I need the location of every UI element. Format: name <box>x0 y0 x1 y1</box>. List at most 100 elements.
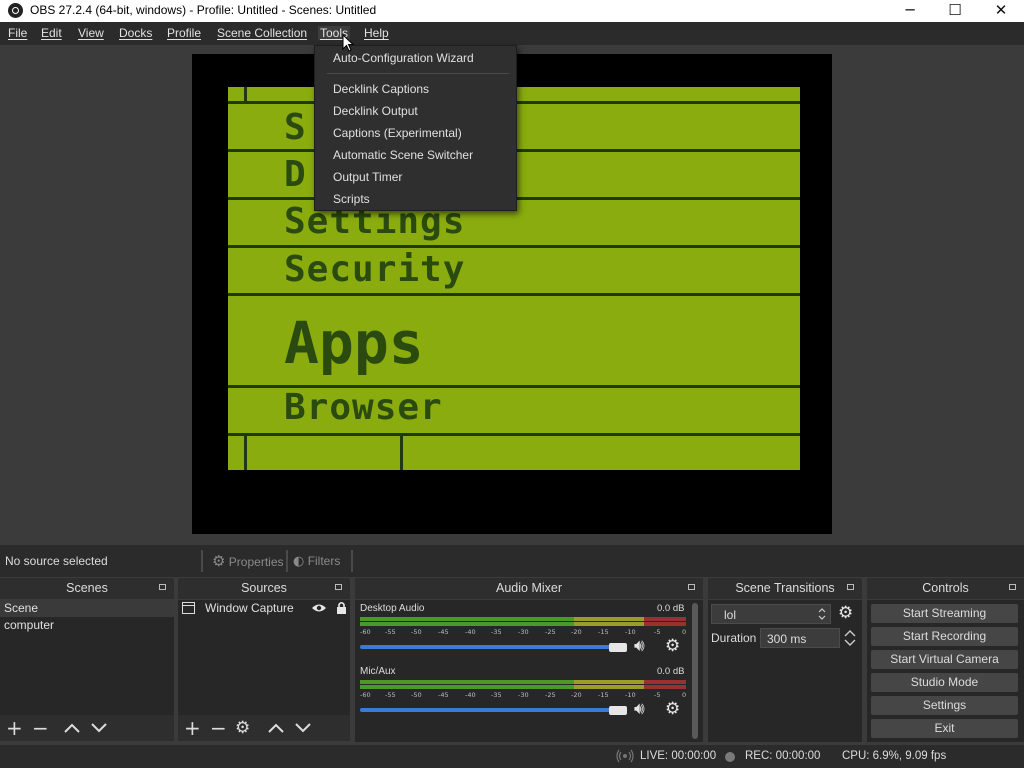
menu-docks[interactable]: Docks <box>119 26 152 40</box>
exit-button[interactable]: Exit <box>871 719 1018 738</box>
menu-scene-collection[interactable]: Scene Collection <box>217 26 307 40</box>
meter-tick: -25 <box>545 691 556 699</box>
menu-decklink-captions[interactable]: Decklink Captions <box>333 82 429 96</box>
channel-gear-icon[interactable]: ⚙ <box>665 636 680 656</box>
menu-file[interactable]: File <box>8 26 27 40</box>
move-scene-down-icon[interactable] <box>90 722 108 734</box>
sources-list[interactable]: Window Capture <box>178 600 350 715</box>
sources-dock-title: Sources <box>178 578 350 599</box>
meter-tick: -40 <box>465 691 476 699</box>
transition-settings-gear-icon[interactable]: ⚙ <box>838 603 853 623</box>
live-broadcast-icon <box>616 749 634 763</box>
start-virtual-camera-button[interactable]: Start Virtual Camera <box>871 650 1018 669</box>
start-recording-button[interactable]: Start Recording <box>871 627 1018 646</box>
gear-icon: ⚙ <box>212 552 226 570</box>
meter-tick: 0 <box>682 628 687 636</box>
lcd-rule <box>244 433 247 470</box>
start-streaming-button[interactable]: Start Streaming <box>871 604 1018 623</box>
mouse-cursor-icon <box>342 34 354 52</box>
status-bar: LIVE: 00:00:00 REC: 00:00:00 CPU: 6.9%, … <box>0 745 1024 768</box>
sources-title: Sources <box>241 581 287 595</box>
meter-tick: -60 <box>360 628 371 636</box>
float-dock-icon[interactable] <box>688 584 695 590</box>
volume-slider-handle[interactable] <box>609 643 627 652</box>
lcd-rule <box>244 87 247 101</box>
channel-gear-icon[interactable]: ⚙ <box>665 699 680 719</box>
duration-stepper-icon[interactable] <box>843 628 857 648</box>
move-source-down-icon[interactable] <box>294 722 312 734</box>
lock-icon[interactable] <box>336 601 347 614</box>
studio-mode-button[interactable]: Studio Mode <box>871 673 1018 692</box>
menu-separator <box>327 73 509 74</box>
filters-button[interactable]: ◐ Filters <box>293 550 340 572</box>
duration-field[interactable]: 300 ms <box>760 628 840 648</box>
volume-slider[interactable] <box>360 708 625 712</box>
remove-source-icon[interactable]: − <box>210 717 227 739</box>
mixer-scrollbar[interactable] <box>692 603 698 739</box>
float-dock-icon[interactable] <box>1009 584 1016 590</box>
scenes-title: Scenes <box>66 581 108 595</box>
move-scene-up-icon[interactable] <box>63 722 81 734</box>
add-source-icon[interactable]: + <box>184 717 201 739</box>
volume-meter <box>360 617 686 621</box>
menu-decklink-output[interactable]: Decklink Output <box>333 104 418 118</box>
meter-tick: -30 <box>518 628 529 636</box>
scene-item[interactable]: Scene <box>0 600 174 617</box>
lcd-item-partial-d: D <box>284 154 307 195</box>
meter-tick: -35 <box>491 691 502 699</box>
meter-tick: -10 <box>625 628 636 636</box>
menu-profile[interactable]: Profile <box>167 26 201 40</box>
maximize-button[interactable]: ☐ <box>932 0 978 22</box>
menu-view[interactable]: View <box>78 26 104 40</box>
properties-button[interactable]: ⚙ Properties <box>212 550 284 572</box>
minimize-button[interactable]: ─ <box>887 0 933 22</box>
menu-edit[interactable]: Edit <box>41 26 62 40</box>
meter-tick: -10 <box>625 691 636 699</box>
meter-tick: -5 <box>654 628 661 636</box>
scene-transitions-title: Scene Transitions <box>735 581 835 595</box>
remove-scene-icon[interactable]: − <box>32 717 49 739</box>
meter-tick: -50 <box>411 691 422 699</box>
audio-mixer-dock-title: Audio Mixer <box>355 578 703 599</box>
scenes-toolbar: + − <box>0 715 174 741</box>
menu-auto-config-wizard[interactable]: Auto-Configuration Wizard <box>333 51 474 65</box>
duration-value: 300 ms <box>767 632 807 646</box>
close-button[interactable]: ✕ <box>978 0 1024 22</box>
obs-logo-icon <box>8 3 23 18</box>
menu-automatic-scene-switcher[interactable]: Automatic Scene Switcher <box>333 148 473 162</box>
speaker-icon[interactable]: 🔊︎ <box>634 699 645 719</box>
menu-captions-experimental[interactable]: Captions (Experimental) <box>333 126 462 140</box>
scene-transitions-body: lol ⚙ Duration 300 ms <box>708 600 862 742</box>
meter-tick: -55 <box>385 628 396 636</box>
menu-help[interactable]: Help <box>364 26 389 40</box>
scenes-list[interactable]: Scene computer <box>0 600 174 715</box>
lcd-item-browser: Browser <box>284 387 443 428</box>
meter-tick: -45 <box>438 691 449 699</box>
title-bar: OBS 27.2.4 (64-bit, windows) - Profile: … <box>0 0 1024 22</box>
settings-button[interactable]: Settings <box>871 696 1018 715</box>
record-dot-icon <box>725 752 735 762</box>
lcd-item-security: Security <box>284 249 466 290</box>
scenes-dock-title: Scenes <box>0 578 174 599</box>
float-dock-icon[interactable] <box>159 584 166 590</box>
speaker-icon[interactable]: 🔊︎ <box>634 636 645 656</box>
lcd-rule <box>228 433 800 436</box>
meter-ticks: -60 -55 -50 -45 -40 -35 -30 -25 -20 -15 … <box>360 691 686 699</box>
add-scene-icon[interactable]: + <box>6 717 23 739</box>
menu-output-timer[interactable]: Output Timer <box>333 170 402 184</box>
channel-db: 0.0 dB <box>657 666 685 677</box>
scene-item[interactable]: computer <box>0 617 174 634</box>
source-properties-gear-icon[interactable]: ⚙ <box>235 717 250 739</box>
move-source-up-icon[interactable] <box>267 722 285 734</box>
meter-tick: -45 <box>438 628 449 636</box>
transition-select[interactable]: lol <box>711 604 831 624</box>
visibility-eye-icon[interactable] <box>311 603 327 613</box>
transition-selected: lol <box>724 608 737 622</box>
volume-slider-handle[interactable] <box>609 706 627 715</box>
volume-slider[interactable] <box>360 645 625 649</box>
menu-scripts[interactable]: Scripts <box>333 192 370 206</box>
float-dock-icon[interactable] <box>847 584 854 590</box>
float-dock-icon[interactable] <box>335 584 342 590</box>
filters-label: Filters <box>307 554 341 568</box>
toolbar-separator <box>286 550 288 572</box>
